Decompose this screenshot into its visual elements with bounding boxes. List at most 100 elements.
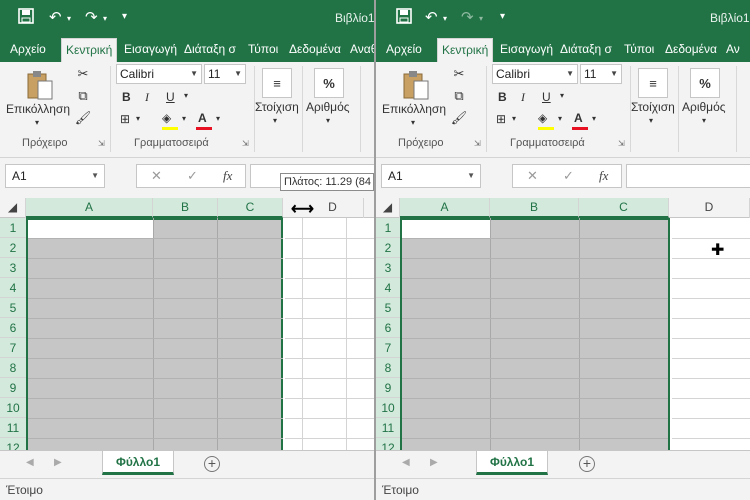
alignment-icon[interactable]: ≡ [638, 68, 668, 98]
name-box[interactable]: A1 ▼ [381, 164, 481, 188]
redo-icon[interactable]: ↷ [85, 8, 98, 26]
row-header[interactable]: 5 [376, 298, 400, 318]
row-header[interactable]: 1 [376, 218, 400, 238]
row-header[interactable]: 10 [0, 398, 26, 418]
tab-page-layout[interactable]: Διάταξη σ [556, 38, 616, 62]
paste-icon[interactable] [24, 68, 56, 102]
cut-icon[interactable]: ✂ [450, 66, 468, 82]
customize-qat-icon[interactable]: ▾ [500, 11, 505, 22]
tab-home[interactable]: Κεντρική [437, 38, 494, 62]
row-header[interactable]: 6 [0, 318, 26, 338]
paste-icon[interactable] [400, 68, 432, 102]
row-header[interactable]: 5 [0, 298, 26, 318]
cancel-icon[interactable]: ✕ [527, 168, 538, 184]
formula-input[interactable] [626, 164, 750, 188]
tab-data[interactable]: Δεδομένα [661, 38, 721, 62]
save-icon[interactable] [18, 8, 34, 28]
font-color-dropdown-icon[interactable]: ▾ [216, 114, 220, 123]
copy-icon[interactable]: ⧉ [74, 88, 92, 104]
paste-label[interactable]: Επικόλληση [6, 102, 70, 116]
underline-button[interactable]: U [166, 90, 175, 104]
column-header-c[interactable]: C [579, 198, 669, 218]
fill-color-icon[interactable]: ◈ [538, 111, 547, 125]
active-cell-a1[interactable] [402, 220, 490, 238]
tab-insert[interactable]: Εισαγωγή [120, 38, 181, 62]
name-box[interactable]: A1 ▼ [5, 164, 105, 188]
row-header[interactable]: 4 [376, 278, 400, 298]
paste-dropdown-icon[interactable]: ▾ [35, 118, 39, 127]
sheet-next-icon[interactable]: ▶ [430, 457, 438, 468]
column-header-b[interactable]: B [490, 198, 579, 218]
row-header[interactable]: 7 [0, 338, 26, 358]
tab-file[interactable]: Αρχείο [382, 38, 426, 62]
alignment-dropdown-icon[interactable]: ▾ [649, 116, 653, 125]
sheet-tab-active[interactable]: Φύλλο1 [102, 451, 174, 475]
active-cell-a1[interactable] [28, 220, 153, 238]
cell-grid[interactable] [26, 218, 374, 450]
tab-file[interactable]: Αρχείο [6, 38, 50, 62]
undo-icon[interactable]: ↶ [49, 8, 62, 26]
fill-dropdown-icon[interactable]: ▾ [182, 114, 186, 123]
select-all-corner[interactable]: ◢ [376, 198, 400, 218]
column-header-a[interactable]: A [400, 198, 490, 218]
tab-insert[interactable]: Εισαγωγή [496, 38, 557, 62]
customize-qat-icon[interactable]: ▾ [122, 11, 127, 22]
font-size-select[interactable]: 11 ▼ [580, 64, 622, 84]
alignment-dropdown-icon[interactable]: ▾ [273, 116, 277, 125]
insert-function-icon[interactable]: fx [223, 168, 232, 184]
tab-page-layout[interactable]: Διάταξη σ [180, 38, 240, 62]
sheet-next-icon[interactable]: ▶ [54, 457, 62, 468]
sheet-prev-icon[interactable]: ◀ [402, 457, 410, 468]
cut-icon[interactable]: ✂ [74, 66, 92, 82]
row-header[interactable]: 1 [0, 218, 26, 238]
underline-dropdown-icon[interactable]: ▾ [184, 91, 188, 100]
row-header[interactable]: 3 [0, 258, 26, 278]
undo-dropdown-icon[interactable]: ▾ [443, 14, 447, 23]
column-header-c[interactable]: C [218, 198, 283, 218]
number-dropdown-icon[interactable]: ▾ [702, 116, 706, 125]
tab-review[interactable]: Αν [722, 38, 744, 62]
fill-dropdown-icon[interactable]: ▾ [558, 114, 562, 123]
clipboard-launcher-icon[interactable]: ⇲ [98, 139, 105, 148]
underline-button[interactable]: U [542, 90, 551, 104]
number-format-icon[interactable]: % [690, 68, 720, 98]
font-color-icon[interactable]: A [198, 111, 207, 125]
sheet-tab-active[interactable]: Φύλλο1 [476, 451, 548, 475]
row-header[interactable]: 8 [0, 358, 26, 378]
number-label[interactable]: Αριθμός [682, 100, 726, 114]
number-format-icon[interactable]: % [314, 68, 344, 98]
alignment-label[interactable]: Στοίχιση [255, 100, 299, 114]
tab-formulas[interactable]: Τύποι [244, 38, 282, 62]
row-header[interactable]: 3 [376, 258, 400, 278]
row-header[interactable]: 9 [0, 378, 26, 398]
font-launcher-icon[interactable]: ⇲ [618, 139, 625, 148]
row-header[interactable]: 4 [0, 278, 26, 298]
borders-dropdown-icon[interactable]: ▾ [136, 114, 140, 123]
row-header[interactable]: 10 [376, 398, 400, 418]
undo-dropdown-icon[interactable]: ▾ [67, 14, 71, 23]
tab-home[interactable]: Κεντρική [61, 38, 118, 62]
font-size-select[interactable]: 11 ▼ [204, 64, 246, 84]
row-header[interactable]: 2 [376, 238, 400, 258]
row-header[interactable]: 9 [376, 378, 400, 398]
font-launcher-icon[interactable]: ⇲ [242, 139, 249, 148]
italic-button[interactable]: I [521, 90, 525, 105]
tab-data[interactable]: Δεδομένα [285, 38, 345, 62]
borders-icon[interactable]: ⊞ [120, 112, 130, 126]
row-header[interactable]: 7 [376, 338, 400, 358]
cancel-icon[interactable]: ✕ [151, 168, 162, 184]
add-sheet-icon[interactable]: + [204, 456, 220, 472]
fill-color-icon[interactable]: ◈ [162, 111, 171, 125]
column-header-a[interactable]: A [26, 198, 153, 218]
row-header[interactable]: 6 [376, 318, 400, 338]
clipboard-launcher-icon[interactable]: ⇲ [474, 139, 481, 148]
add-sheet-icon[interactable]: + [579, 456, 595, 472]
borders-dropdown-icon[interactable]: ▾ [512, 114, 516, 123]
save-icon[interactable] [396, 8, 412, 28]
number-label[interactable]: Αριθμός [306, 100, 350, 114]
row-header[interactable]: 11 [0, 418, 26, 438]
row-header[interactable]: 8 [376, 358, 400, 378]
underline-dropdown-icon[interactable]: ▾ [560, 91, 564, 100]
undo-icon[interactable]: ↶ [425, 8, 438, 26]
bold-button[interactable]: B [498, 90, 507, 104]
